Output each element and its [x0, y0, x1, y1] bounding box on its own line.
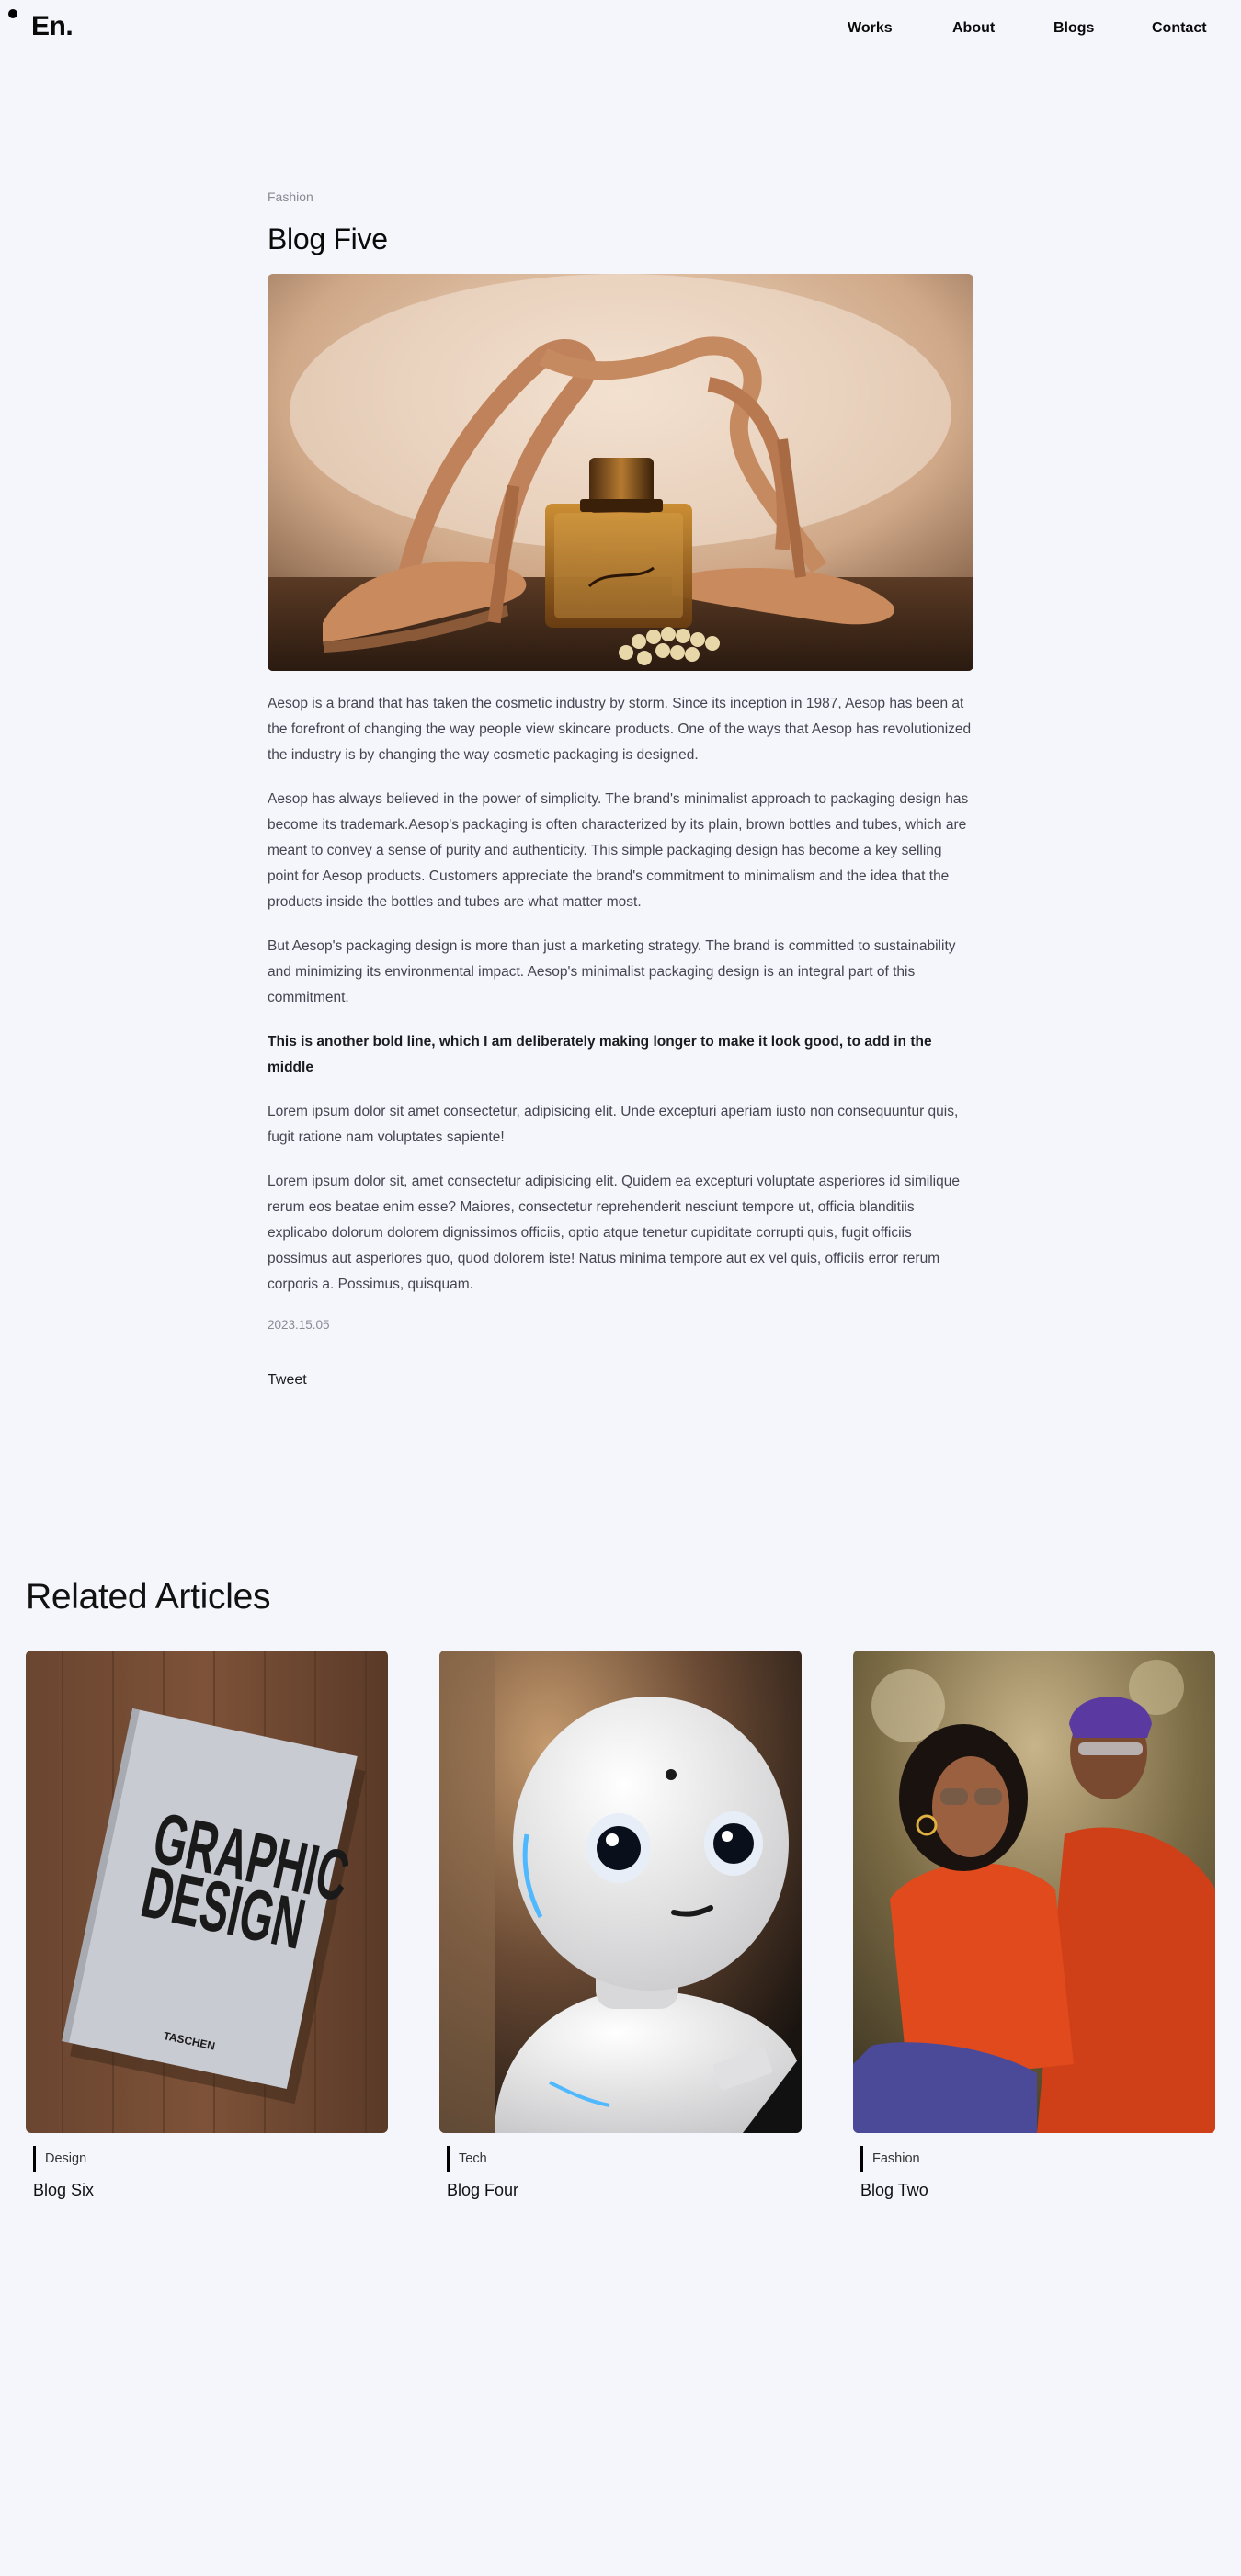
related-card-blog-four[interactable]: Tech Blog Four — [439, 1651, 802, 2200]
related-card-blog-six[interactable]: GRAPHIC DESIGN TASCHEN Design Blog Six — [26, 1651, 388, 2200]
card-image — [853, 1651, 1215, 2133]
card-category: Design — [33, 2146, 388, 2172]
robot-image — [439, 1651, 802, 2133]
article-paragraph: Aesop has always believed in the power o… — [268, 791, 969, 910]
card-title: Blog Six — [33, 2181, 95, 2199]
article-bold-line: This is another bold line, which I am de… — [268, 1034, 932, 1075]
related-card-blog-two[interactable]: Fashion Blog Two — [853, 1651, 1215, 2200]
main-nav: Works About Blogs Contact — [0, 20, 1241, 40]
nav-link-works[interactable]: Works — [848, 20, 893, 37]
site-header: En. Works About Blogs Contact — [0, 0, 1241, 59]
card-category: Fashion — [860, 2146, 1215, 2172]
related-articles-heading: Related Articles — [26, 1577, 271, 1617]
tweet-button[interactable]: Tweet — [268, 1372, 307, 1389]
card-category: Tech — [447, 2146, 802, 2172]
blog-article: Fashion Blog Five Aesop is a brand that … — [268, 189, 973, 1389]
card-title: Blog Four — [447, 2181, 519, 2199]
article-paragraph: Lorem ipsum dolor sit, amet consectetur … — [268, 1174, 960, 1292]
nav-link-contact[interactable]: Contact — [1152, 20, 1207, 37]
hero-image — [268, 274, 973, 671]
card-image — [439, 1651, 802, 2133]
card-title: Blog Two — [860, 2181, 928, 2199]
article-paragraph: Aesop is a brand that has taken the cosm… — [268, 696, 972, 763]
article-title: Blog Five — [268, 222, 388, 255]
nav-link-about[interactable]: About — [952, 20, 995, 37]
perfume-sandals-image — [268, 274, 973, 671]
nav-link-blogs[interactable]: Blogs — [1053, 20, 1094, 37]
related-articles-list: GRAPHIC DESIGN TASCHEN Design Blog Six T… — [26, 1651, 1215, 2220]
fashion-people-image — [853, 1651, 1215, 2133]
article-paragraph: Lorem ipsum dolor sit amet consectetur, … — [268, 1104, 959, 1145]
card-image: GRAPHIC DESIGN TASCHEN — [26, 1651, 388, 2133]
article-category: Fashion — [268, 189, 313, 204]
article-date: 2023.15.05 — [268, 1318, 330, 1332]
article-paragraph: But Aesop's packaging design is more tha… — [268, 938, 956, 1005]
graphic-design-book-image: GRAPHIC DESIGN TASCHEN — [26, 1651, 388, 2133]
